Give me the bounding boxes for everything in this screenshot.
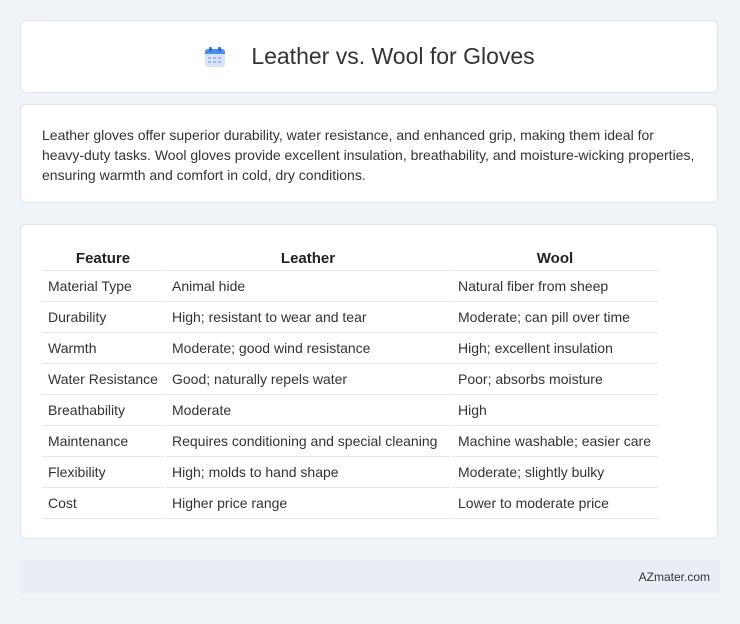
footer-bar: AZmater.com (20, 560, 720, 593)
feature-cell: Breathability (42, 395, 164, 426)
page-title: Leather vs. Wool for Gloves (251, 43, 535, 69)
leather-cell: Moderate; good wind resistance (166, 333, 450, 364)
calendar-icon (203, 45, 227, 69)
column-header-leather: Leather (166, 245, 450, 271)
table-row: Material Type Animal hide Natural fiber … (42, 271, 658, 302)
feature-cell: Flexibility (42, 457, 164, 488)
wool-cell: Lower to moderate price (452, 488, 658, 519)
feature-cell: Water Resistance (42, 364, 164, 395)
leather-cell: Higher price range (166, 488, 450, 519)
intro-text: Leather gloves offer superior durability… (42, 127, 695, 183)
footer-brand: AZmater.com (638, 569, 710, 584)
table-row: Water Resistance Good; naturally repels … (42, 364, 658, 395)
leather-cell: Animal hide (166, 271, 450, 302)
wool-cell: High (452, 395, 658, 426)
table-row: Durability High; resistant to wear and t… (42, 302, 658, 333)
wool-cell: Natural fiber from sheep (452, 271, 658, 302)
table-row: Flexibility High; molds to hand shape Mo… (42, 457, 658, 488)
column-header-wool: Wool (452, 245, 658, 271)
wool-cell: Moderate; slightly bulky (452, 457, 658, 488)
table-row: Cost Higher price range Lower to moderat… (42, 488, 658, 519)
table-row: Warmth Moderate; good wind resistance Hi… (42, 333, 658, 364)
column-header-feature: Feature (42, 245, 164, 271)
wool-cell: Poor; absorbs moisture (452, 364, 658, 395)
comparison-table-card: Feature Leather Wool Material Type Anima… (20, 224, 718, 539)
intro-card: Leather gloves offer superior durability… (20, 104, 718, 203)
feature-cell: Maintenance (42, 426, 164, 457)
leather-cell: High; molds to hand shape (166, 457, 450, 488)
leather-cell: Requires conditioning and special cleani… (166, 426, 450, 457)
title-card: Leather vs. Wool for Gloves (20, 20, 718, 93)
feature-cell: Cost (42, 488, 164, 519)
wool-cell: Moderate; can pill over time (452, 302, 658, 333)
leather-cell: Good; naturally repels water (166, 364, 450, 395)
wool-cell: Machine washable; easier care (452, 426, 658, 457)
table-row: Breathability Moderate High (42, 395, 658, 426)
feature-cell: Warmth (42, 333, 164, 364)
leather-cell: High; resistant to wear and tear (166, 302, 450, 333)
leather-cell: Moderate (166, 395, 450, 426)
comparison-table: Feature Leather Wool Material Type Anima… (40, 245, 660, 519)
table-header-row: Feature Leather Wool (42, 245, 658, 271)
wool-cell: High; excellent insulation (452, 333, 658, 364)
table-row: Maintenance Requires conditioning and sp… (42, 426, 658, 457)
feature-cell: Durability (42, 302, 164, 333)
feature-cell: Material Type (42, 271, 164, 302)
